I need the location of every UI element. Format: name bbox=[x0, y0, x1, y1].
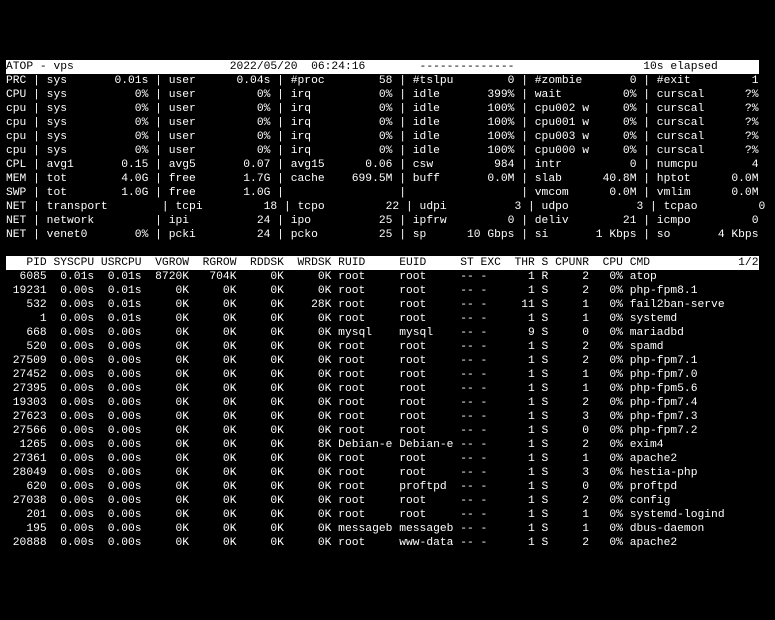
table-row: 27566 0.00s 0.00s 0K 0K 0K 0K root root … bbox=[6, 424, 769, 438]
table-row: 27038 0.00s 0.00s 0K 0K 0K 0K root root … bbox=[6, 494, 769, 508]
table-row: 201 0.00s 0.00s 0K 0K 0K 0K root root --… bbox=[6, 508, 769, 522]
blank bbox=[6, 242, 769, 256]
hdr-row: cpu | sys 0% | user 0% | irq 0% | idle 1… bbox=[6, 102, 769, 116]
hdr-row: PRC | sys 0.01s | user 0.04s | #proc 58 … bbox=[6, 74, 769, 88]
table-row: 668 0.00s 0.00s 0K 0K 0K 0K mysql mysql … bbox=[6, 326, 769, 340]
hdr-row: NET | network | ipi 24 | ipo 25 | ipfrw … bbox=[6, 214, 769, 228]
hdr-row: CPL | avg1 0.15 | avg5 0.07 | avg15 0.06… bbox=[6, 158, 769, 172]
table-row: 1 0.00s 0.01s 0K 0K 0K 0K root root -- -… bbox=[6, 312, 769, 326]
table-row: 19231 0.00s 0.01s 0K 0K 0K 0K root root … bbox=[6, 284, 769, 298]
hdr-row: MEM | tot 4.0G | free 1.7G | cache 699.5… bbox=[6, 172, 769, 186]
hdr-row: cpu | sys 0% | user 0% | irq 0% | idle 1… bbox=[6, 130, 769, 144]
table-row: 27623 0.00s 0.00s 0K 0K 0K 0K root root … bbox=[6, 410, 769, 424]
hdr-row: cpu | sys 0% | user 0% | irq 0% | idle 1… bbox=[6, 116, 769, 130]
hdr-row: cpu | sys 0% | user 0% | irq 0% | idle 1… bbox=[6, 144, 769, 158]
table-row: 28049 0.00s 0.00s 0K 0K 0K 0K root root … bbox=[6, 466, 769, 480]
table-row: 195 0.00s 0.00s 0K 0K 0K 0K messageb mes… bbox=[6, 522, 769, 536]
hdr-row: NET | venet0 0% | pcki 24 | pcko 25 | sp… bbox=[6, 228, 769, 242]
table-row: 27509 0.00s 0.00s 0K 0K 0K 0K root root … bbox=[6, 354, 769, 368]
titlebar: ATOP - vps 2022/05/20 06:24:16 ---------… bbox=[6, 60, 759, 74]
table-row: 27395 0.00s 0.00s 0K 0K 0K 0K root root … bbox=[6, 382, 769, 396]
hdr-row: NET | transport | tcpi 18 | tcpo 22 | ud… bbox=[6, 200, 769, 214]
table-row: 532 0.00s 0.01s 0K 0K 0K 28K root root -… bbox=[6, 298, 769, 312]
hdr-row: SWP | tot 1.0G | free 1.0G | | | vmcom 0… bbox=[6, 186, 769, 200]
table-row: 6085 0.01s 0.01s 8720K 704K 0K 0K root r… bbox=[6, 270, 769, 284]
table-row: 1265 0.00s 0.00s 0K 0K 0K 8K Debian-e De… bbox=[6, 438, 769, 452]
hdr-row: CPU | sys 0% | user 0% | irq 0% | idle 3… bbox=[6, 88, 769, 102]
table-row: 520 0.00s 0.00s 0K 0K 0K 0K root root --… bbox=[6, 340, 769, 354]
table-row: 19303 0.00s 0.00s 0K 0K 0K 0K root root … bbox=[6, 396, 769, 410]
table-row: 620 0.00s 0.00s 0K 0K 0K 0K root proftpd… bbox=[6, 480, 769, 494]
table-row: 27452 0.00s 0.00s 0K 0K 0K 0K root root … bbox=[6, 368, 769, 382]
table-row: 20888 0.00s 0.00s 0K 0K 0K 0K root www-d… bbox=[6, 536, 769, 550]
proc-header: PID SYSCPU USRCPU VGROW RGROW RDDSK WRDS… bbox=[6, 256, 759, 270]
table-row: 27361 0.00s 0.00s 0K 0K 0K 0K root root … bbox=[6, 452, 769, 466]
